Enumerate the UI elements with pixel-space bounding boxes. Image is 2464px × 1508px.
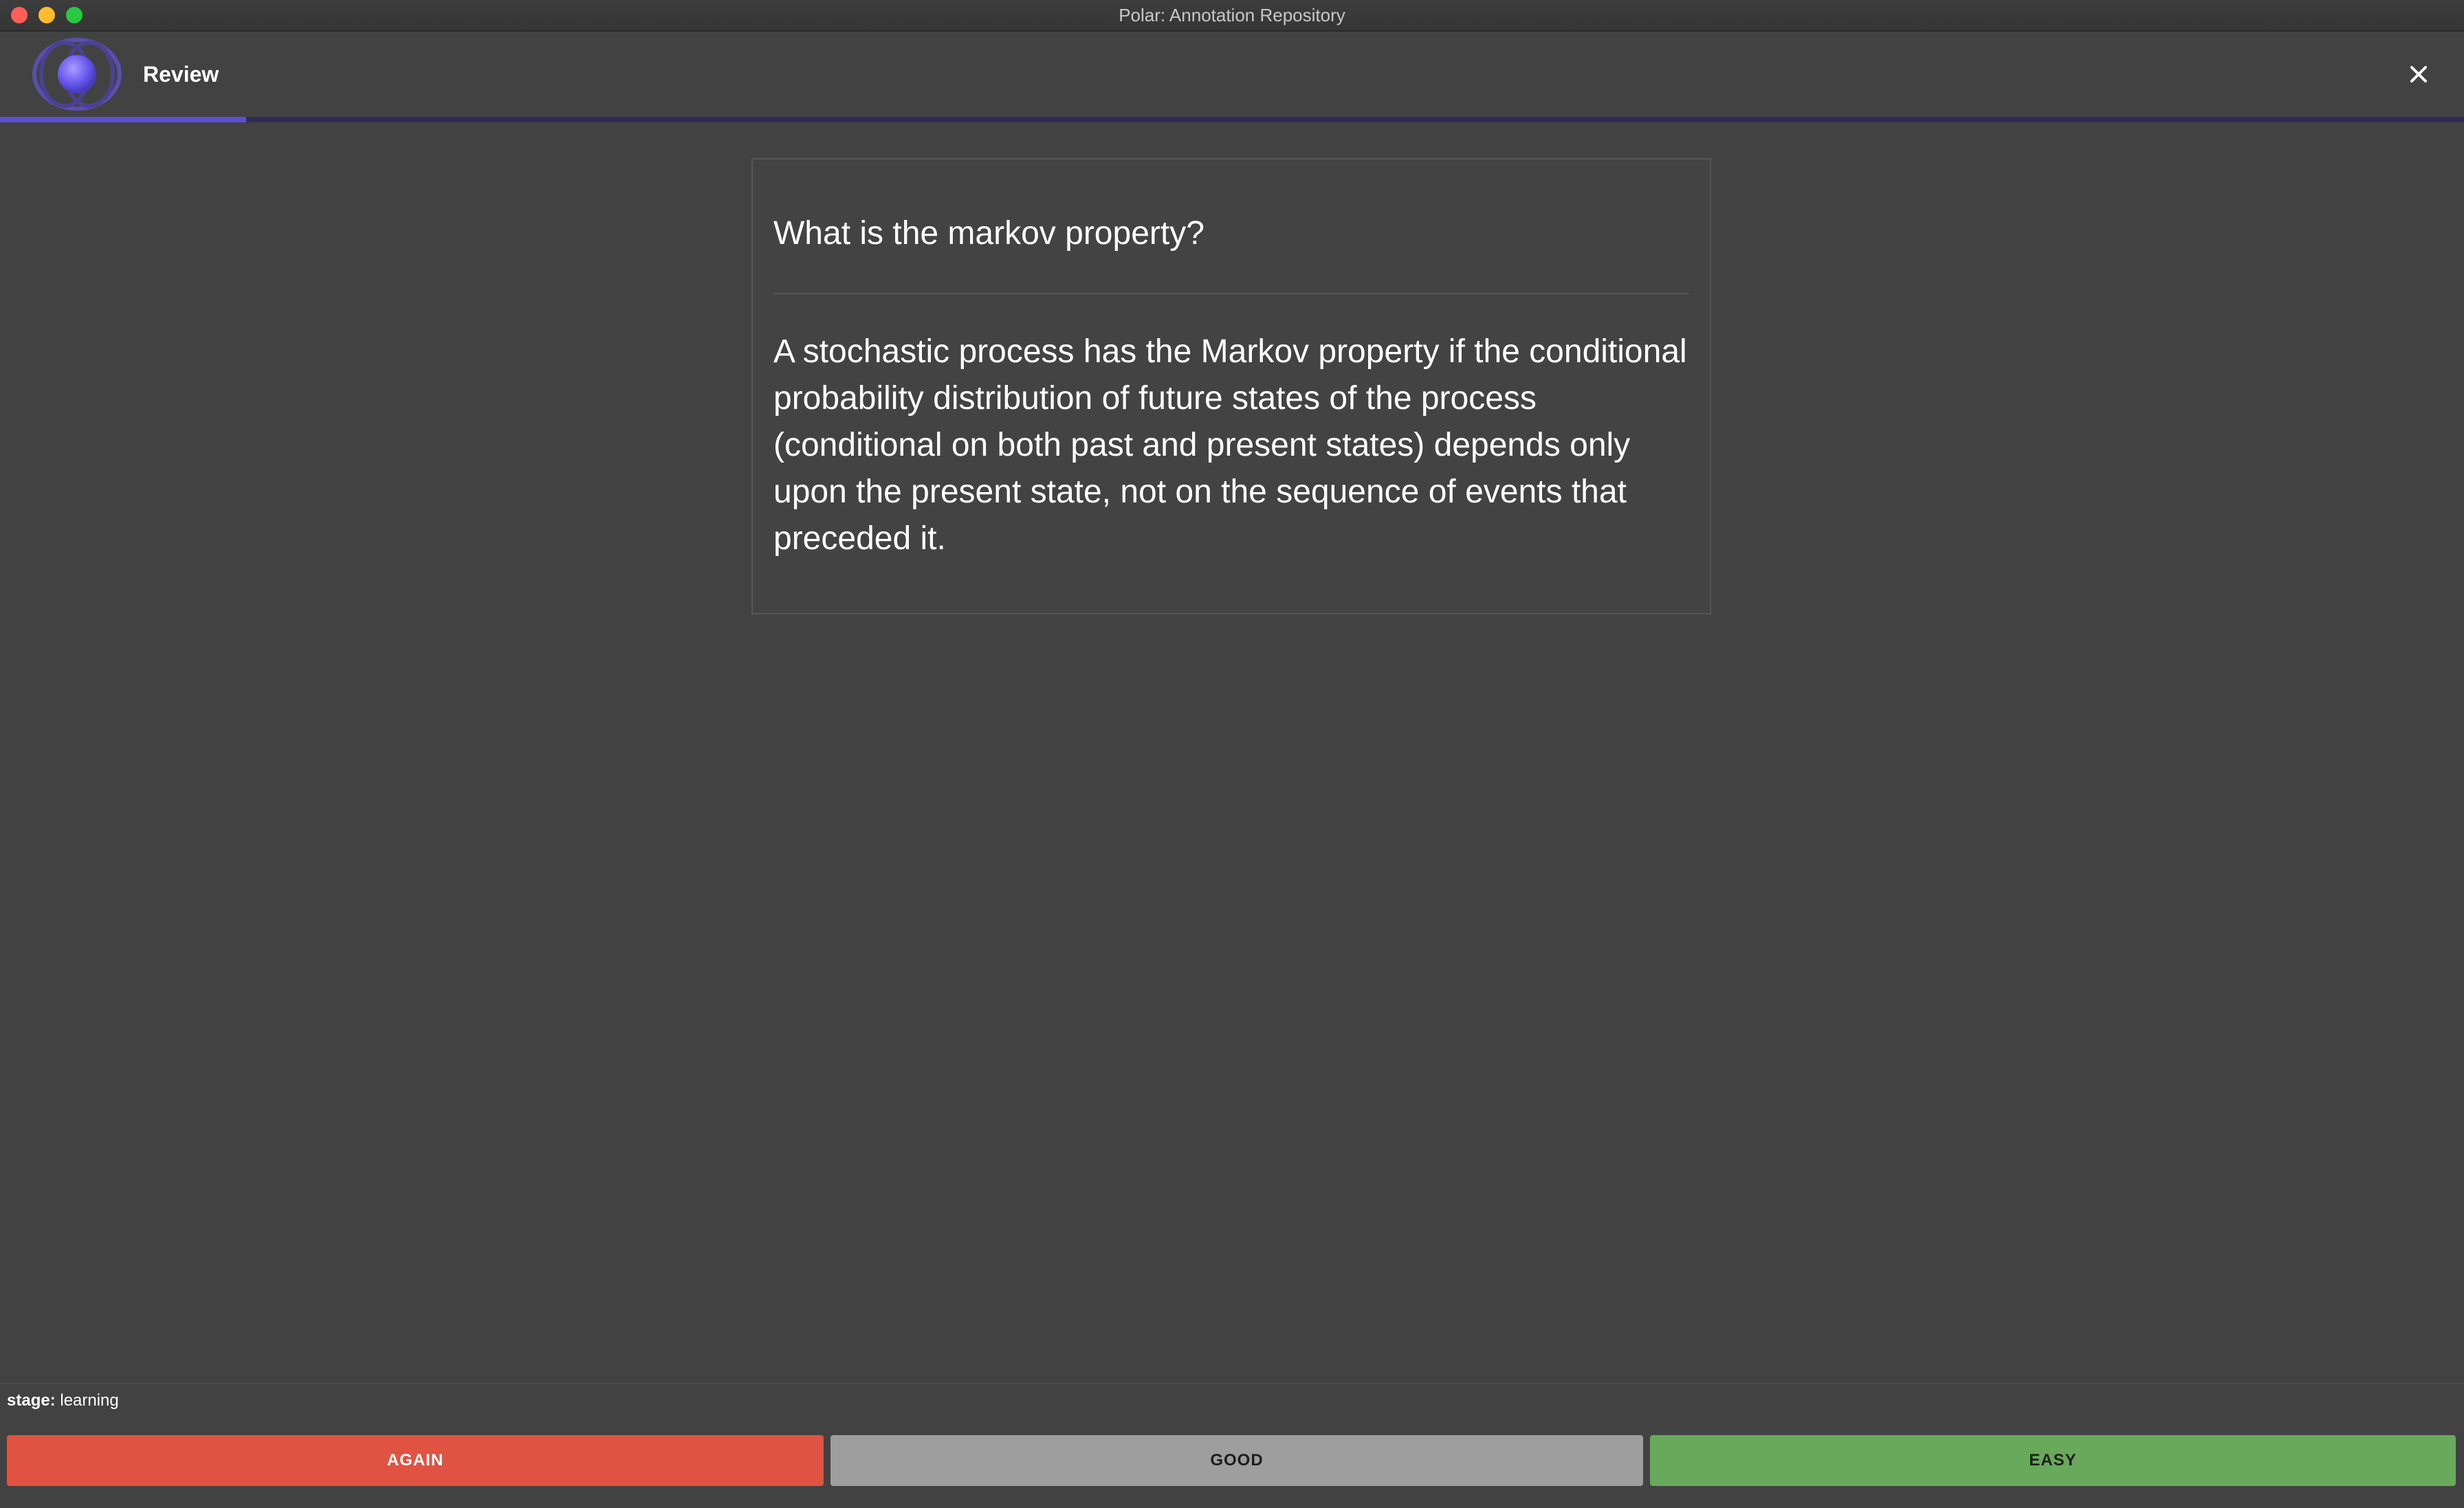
review-progress-fill (0, 117, 247, 122)
card-question: What is the markov property? (773, 215, 1204, 252)
card-answer: A stochastic process has the Markov prop… (773, 333, 1687, 557)
review-header: Review (0, 32, 2464, 118)
app-window: Polar: Annotation Repository Review What… (0, 0, 2464, 1508)
good-button[interactable]: GOOD (830, 1435, 1643, 1486)
easy-button[interactable]: EASY (1650, 1435, 2456, 1486)
stage-value: learning (60, 1391, 119, 1410)
card-divider (773, 293, 1689, 294)
again-button[interactable]: AGAIN (7, 1435, 824, 1486)
window-titlebar: Polar: Annotation Repository (0, 0, 2464, 32)
review-progress-bar (0, 117, 2464, 122)
polar-logo-icon (32, 38, 122, 111)
close-icon[interactable] (2404, 59, 2434, 89)
stage-indicator: stage: learning (7, 1391, 119, 1410)
footer-divider (0, 1383, 2464, 1384)
flashcard: What is the markov property? A stochasti… (751, 158, 1711, 614)
page-title: Review (143, 62, 219, 87)
window-title: Polar: Annotation Repository (1119, 5, 1345, 25)
stage-label: stage: (7, 1391, 56, 1410)
